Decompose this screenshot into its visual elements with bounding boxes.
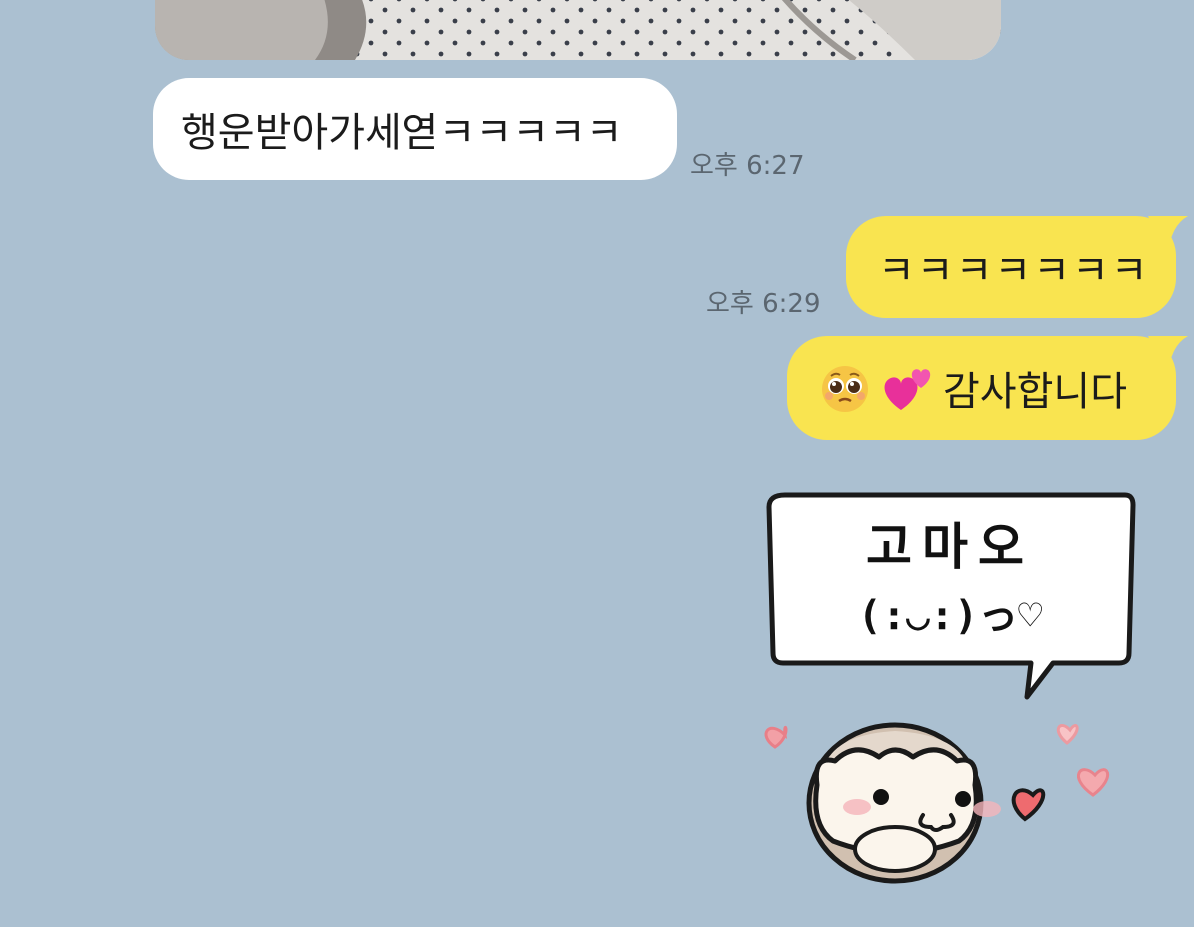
message-text: 감사합니다 [943, 369, 1127, 415]
thank-you-sticker[interactable]: 고마오 (։◡։)っ♡ [755, 485, 1155, 895]
message-timestamp: 오후 6:27 [690, 151, 805, 181]
shared-photo[interactable] [155, 0, 1001, 60]
message-text: ㅋㅋㅋㅋㅋㅋㅋ [878, 248, 1150, 294]
outgoing-message-bubble[interactable]: ㅋㅋㅋㅋㅋㅋㅋ [846, 216, 1188, 318]
bubble-tail [1148, 216, 1188, 256]
message-timestamp: 오후 6:29 [706, 289, 821, 319]
sticker-emoticon: (։◡։)っ♡ [857, 593, 1043, 639]
sticker-text: 고마오 [866, 518, 1034, 576]
bubble-tail [1148, 336, 1188, 376]
outgoing-message-bubble[interactable]: 감사합니다 [787, 336, 1188, 440]
pleading-face-emoji [819, 362, 871, 414]
two-hearts-emoji [881, 362, 933, 414]
incoming-message-bubble[interactable]: 행운받아가세엳ㅋㅋㅋㅋㅋ [153, 78, 677, 180]
message-text: 행운받아가세엳ㅋㅋㅋㅋㅋ [181, 110, 623, 156]
